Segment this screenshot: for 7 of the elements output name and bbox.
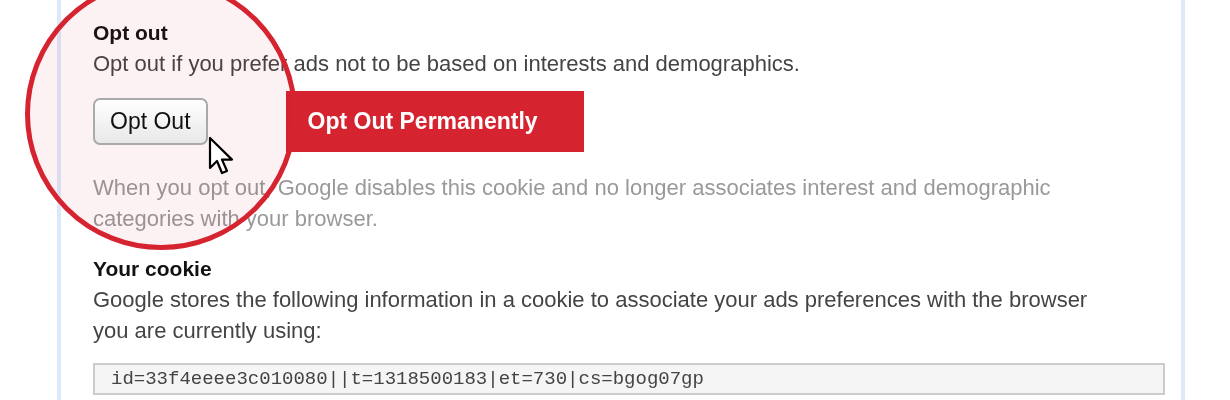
section-title: Opt out — [93, 20, 169, 46]
section-title: Your cookie — [93, 256, 213, 282]
cookie-description: Google stores the following information in a cookie to associate your ads preferences with the browser you are currently using: — [93, 286, 1089, 345]
cookie-value: id=33f4eeee3c010080||t=1318500183|et=730|cs=bgog07gp — [93, 363, 1165, 395]
opt-out-permanently-banner[interactable]: Opt Out Permanently — [285, 91, 584, 152]
opt-out-note: When you opt out, Google disables this cookie and no longer associates interest and demographic categories with your browser. — [93, 174, 1052, 233]
opt-out-button[interactable]: Opt Out — [93, 98, 208, 145]
